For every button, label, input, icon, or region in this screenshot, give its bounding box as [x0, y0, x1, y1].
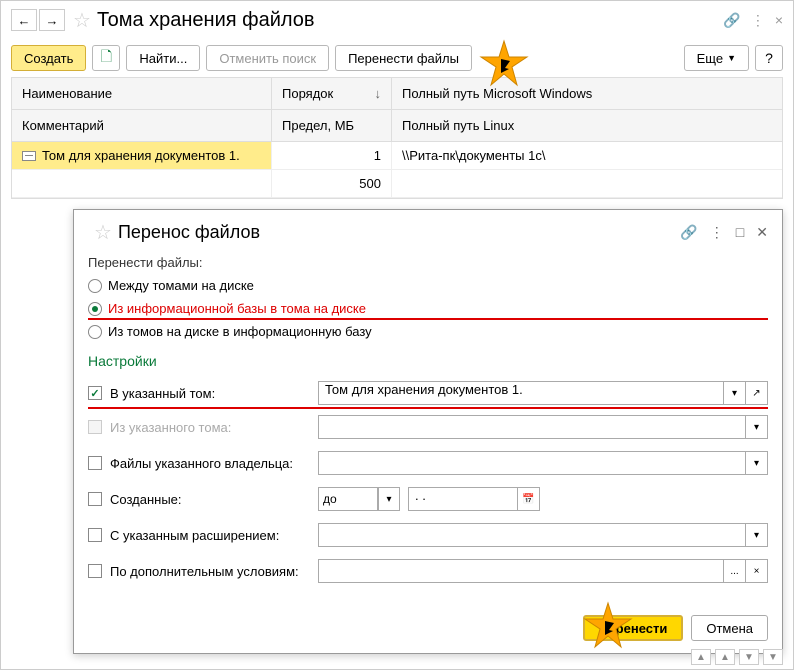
table-row[interactable]: Том для хранения документов 1. 1 \\Рита-… — [12, 142, 782, 170]
owner-dropdown-button[interactable]: ▾ — [746, 451, 768, 475]
scroll-top-button[interactable]: ▲ — [691, 649, 711, 665]
created-op-dropdown[interactable]: ▾ — [378, 487, 400, 511]
dialog-favorite-icon[interactable]: ☆ — [94, 220, 112, 245]
radio-icon — [88, 302, 102, 316]
ext-checkbox[interactable] — [88, 528, 102, 542]
to-volume-checkbox[interactable] — [88, 386, 102, 400]
owner-label: Файлы указанного владельца: — [110, 456, 310, 471]
favorite-star-icon[interactable]: ☆ — [73, 8, 91, 33]
nav-back-button[interactable]: ← — [11, 9, 37, 31]
dialog-link-icon[interactable]: 🔗 — [680, 224, 697, 241]
col-pathlinux-header[interactable]: Полный путь Linux — [392, 110, 782, 142]
find-button[interactable]: Найти... — [126, 45, 200, 71]
to-volume-open-button[interactable]: ↗ — [746, 381, 768, 405]
col-limit-header[interactable]: Предел, МБ — [272, 110, 391, 142]
transfer-dialog: ☆ Перенос файлов 🔗 ⋮ □ ✕ Перенести файлы… — [73, 209, 783, 654]
document-copy-icon: 🗋 — [101, 46, 112, 70]
transfer-files-button[interactable]: Перенести файлы — [335, 45, 472, 71]
created-checkbox[interactable] — [88, 492, 102, 506]
close-icon[interactable]: × — [775, 12, 783, 29]
conditions-more-button[interactable]: ... — [724, 559, 746, 583]
sort-down-icon: ↓ — [375, 86, 382, 101]
conditions-clear-button[interactable]: × — [746, 559, 768, 583]
from-volume-dropdown-button: ▾ — [746, 415, 768, 439]
scroll-up-button[interactable]: ▲ — [715, 649, 735, 665]
copy-button[interactable]: 🗋 — [92, 45, 120, 71]
created-op-select[interactable]: до — [318, 487, 378, 511]
to-volume-label: В указанный том: — [110, 386, 310, 401]
volumes-table: Наименование Комментарий Порядок↓ Предел… — [11, 77, 783, 199]
to-volume-dropdown-button[interactable]: ▾ — [724, 381, 746, 405]
to-volume-input[interactable]: Том для хранения документов 1. — [318, 381, 724, 405]
cancel-button[interactable]: Отмена — [691, 615, 768, 641]
more-button[interactable]: Еще▼ — [684, 45, 749, 71]
create-button[interactable]: Создать — [11, 45, 86, 71]
radio-between-volumes[interactable]: Между томами на диске — [88, 274, 768, 297]
link-icon[interactable]: 🔗 — [723, 12, 740, 29]
conditions-checkbox[interactable] — [88, 564, 102, 578]
volume-icon — [22, 151, 36, 161]
cancel-search-button[interactable]: Отменить поиск — [206, 45, 329, 71]
created-label: Созданные: — [110, 492, 310, 507]
transfer-section-label: Перенести файлы: — [88, 255, 768, 270]
dialog-close-icon[interactable]: ✕ — [756, 224, 768, 241]
transfer-button[interactable]: Перенести — [583, 615, 683, 641]
created-date-input[interactable]: . . — [408, 487, 518, 511]
dialog-more-icon[interactable]: ⋮ — [710, 224, 724, 241]
dialog-title: Перенос файлов — [118, 222, 680, 243]
created-date-picker-button[interactable]: 📅 — [518, 487, 540, 511]
conditions-input[interactable] — [318, 559, 724, 583]
nav-forward-button[interactable]: → — [39, 9, 65, 31]
more-menu-icon[interactable]: ⋮ — [751, 12, 765, 29]
owner-checkbox[interactable] — [88, 456, 102, 470]
conditions-label: По дополнительным условиям: — [110, 564, 310, 579]
help-button[interactable]: ? — [755, 45, 783, 71]
from-volume-input — [318, 415, 746, 439]
dialog-maximize-icon[interactable]: □ — [736, 224, 744, 241]
table-row[interactable]: 500 — [12, 170, 782, 198]
scroll-down-button[interactable]: ▼ — [739, 649, 759, 665]
col-name-header[interactable]: Наименование — [12, 78, 271, 110]
col-comment-header[interactable]: Комментарий — [12, 110, 271, 142]
radio-icon — [88, 279, 102, 293]
radio-from-db[interactable]: Из информационной базы в тома на диске — [88, 297, 768, 320]
radio-to-db[interactable]: Из томов на диске в информационную базу — [88, 320, 768, 343]
from-volume-label: Из указанного тома: — [110, 420, 310, 435]
ext-input[interactable] — [318, 523, 746, 547]
window-title: Тома хранения файлов — [97, 9, 723, 32]
chevron-down-icon: ▼ — [727, 53, 736, 63]
col-order-header[interactable]: Порядок↓ — [272, 78, 391, 110]
col-pathwin-header[interactable]: Полный путь Microsoft Windows — [392, 78, 782, 110]
radio-icon — [88, 325, 102, 339]
owner-input[interactable] — [318, 451, 746, 475]
settings-section-title: Настройки — [88, 353, 768, 369]
scroll-bottom-button[interactable]: ▼ — [763, 649, 783, 665]
ext-dropdown-button[interactable]: ▾ — [746, 523, 768, 547]
from-volume-checkbox — [88, 420, 102, 434]
ext-label: С указанным расширением: — [110, 528, 310, 543]
